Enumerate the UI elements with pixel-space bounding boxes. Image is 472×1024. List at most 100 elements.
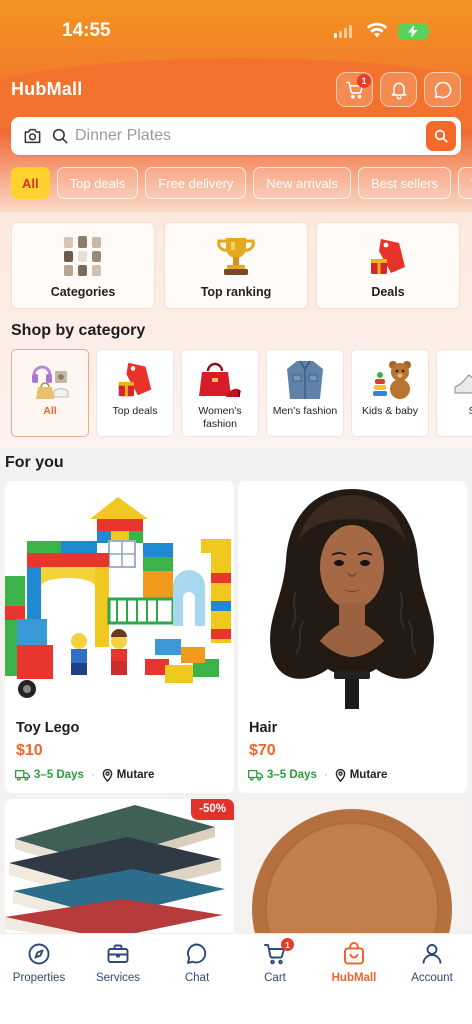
product-name: Hair (249, 720, 278, 736)
header-area: 14:55 HubMall 1 Dinner Plates All Top de… (0, 0, 472, 212)
search-submit-button[interactable] (426, 121, 456, 151)
categories-grid-icon (64, 236, 101, 276)
search-bar (11, 117, 461, 155)
chip-more[interactable]: V (458, 167, 472, 199)
bottom-tab-bar: Properties Services Chat 1 Cart HubMall … (0, 933, 472, 1024)
sneaker-icon (454, 374, 472, 394)
product-image (238, 799, 467, 939)
product-card-books[interactable]: -50% (5, 799, 234, 939)
battery-icon (398, 24, 431, 39)
header-cart-button[interactable]: 1 (336, 72, 373, 107)
tab-label: Account (411, 972, 453, 984)
category-kids-baby[interactable]: Kids & baby (351, 349, 429, 437)
tab-chat[interactable]: Chat (158, 940, 236, 988)
quick-link-label: Top ranking (200, 285, 272, 299)
cart-badge: 1 (357, 74, 371, 88)
brand-title: HubMall (11, 79, 83, 99)
tab-label: Services (95, 972, 141, 984)
chip-free-delivery[interactable]: Free delivery (145, 167, 247, 199)
category-shoes[interactable]: Sh (436, 349, 472, 437)
tab-cart[interactable]: 1 Cart (236, 938, 314, 988)
product-price: $10 (16, 742, 43, 759)
product-image (238, 481, 467, 709)
category-all[interactable]: All (11, 349, 89, 437)
all-products-icon (32, 365, 69, 399)
product-name: Toy Lego (16, 720, 80, 736)
category-label: Women's fashion (198, 405, 242, 430)
tab-label: Properties (12, 972, 66, 984)
category-label: Sh (437, 405, 472, 418)
delivery-truck-icon (15, 770, 30, 781)
product-price: $70 (249, 742, 276, 759)
chip-best-sellers[interactable]: Best sellers (357, 167, 452, 199)
chip-top-deals[interactable]: Top deals (56, 167, 139, 199)
briefcase-icon (107, 944, 129, 963)
tab-hubmall[interactable]: HubMall (315, 940, 393, 988)
camera-icon[interactable] (23, 127, 42, 145)
location-pin-icon (335, 768, 346, 782)
filter-chips: All Top deals Free delivery New arrivals… (11, 167, 472, 199)
product-card-hair[interactable]: Hair $70 3–5 Days · Mutare (238, 481, 467, 793)
shop-by-category-title: Shop by category (11, 322, 146, 339)
deals-tag-icon (371, 239, 405, 274)
chat-bubble-icon (187, 943, 207, 964)
delivery-truck-icon (248, 770, 263, 781)
for-you-title: For you (5, 454, 64, 471)
chat-bubble-icon (434, 81, 451, 98)
meta-separator: · (323, 769, 328, 781)
product-image (5, 799, 234, 939)
messages-button[interactable] (424, 72, 461, 107)
product-card-plate[interactable] (238, 799, 467, 939)
tab-label: Cart (264, 972, 286, 984)
delivery-time: 3–5 Days (267, 769, 317, 781)
signal-icon (334, 25, 352, 38)
product-card-toy-lego[interactable]: Toy Lego $10 3–5 Days · Mutare (5, 481, 234, 793)
category-label: Top deals (112, 405, 158, 417)
search-input[interactable] (75, 123, 395, 149)
discount-badge: -50% (191, 799, 234, 820)
location-pin-icon (102, 768, 113, 782)
quick-link-label: Deals (371, 285, 405, 299)
chip-new-arrivals[interactable]: New arrivals (253, 167, 351, 199)
notifications-button[interactable] (380, 72, 417, 107)
product-meta: 3–5 Days · Mutare (248, 768, 387, 782)
wifi-icon (366, 22, 388, 38)
bell-icon (391, 82, 406, 99)
quick-link-categories[interactable]: Categories (11, 222, 155, 309)
compass-icon (28, 943, 50, 965)
category-label: All (43, 405, 57, 417)
person-icon (422, 944, 442, 964)
product-meta: 3–5 Days · Mutare (15, 768, 154, 782)
shopping-bag-icon (344, 942, 364, 965)
quick-link-deals[interactable]: Deals (316, 222, 460, 309)
tab-label: HubMall (331, 972, 377, 984)
product-image (5, 481, 234, 709)
tab-properties[interactable]: Properties (0, 940, 78, 988)
delivery-time: 3–5 Days (34, 769, 84, 781)
chip-all[interactable]: All (11, 167, 50, 199)
tab-label: Chat (184, 972, 210, 984)
category-top-deals[interactable]: Top deals (96, 349, 174, 437)
denim-jacket-icon (287, 360, 323, 399)
category-womens-fashion[interactable]: Women's fashion (181, 349, 259, 437)
search-icon (434, 129, 448, 143)
tab-services[interactable]: Services (79, 940, 157, 988)
meta-separator: · (90, 769, 95, 781)
cart-tab-badge: 1 (281, 938, 294, 951)
product-location: Mutare (116, 769, 155, 781)
tab-account[interactable]: Account (393, 940, 471, 988)
category-carousel: All Top deals Women's fashion Men's fash… (11, 349, 472, 437)
category-mens-fashion[interactable]: Men's fashion (266, 349, 344, 437)
quick-link-label: Categories (50, 285, 116, 299)
category-label: Kids & baby (361, 405, 419, 417)
category-label: Men's fashion (272, 405, 338, 417)
teddy-bear-icon (373, 361, 411, 399)
status-bar: 14:55 (0, 0, 472, 60)
handbag-heels-icon (199, 362, 241, 397)
search-icon (52, 128, 68, 144)
deals-tag-icon (118, 362, 152, 397)
quick-link-top-ranking[interactable]: Top ranking (164, 222, 308, 309)
trophy-icon (217, 238, 255, 275)
status-time: 14:55 (62, 20, 111, 41)
product-location: Mutare (349, 769, 388, 781)
